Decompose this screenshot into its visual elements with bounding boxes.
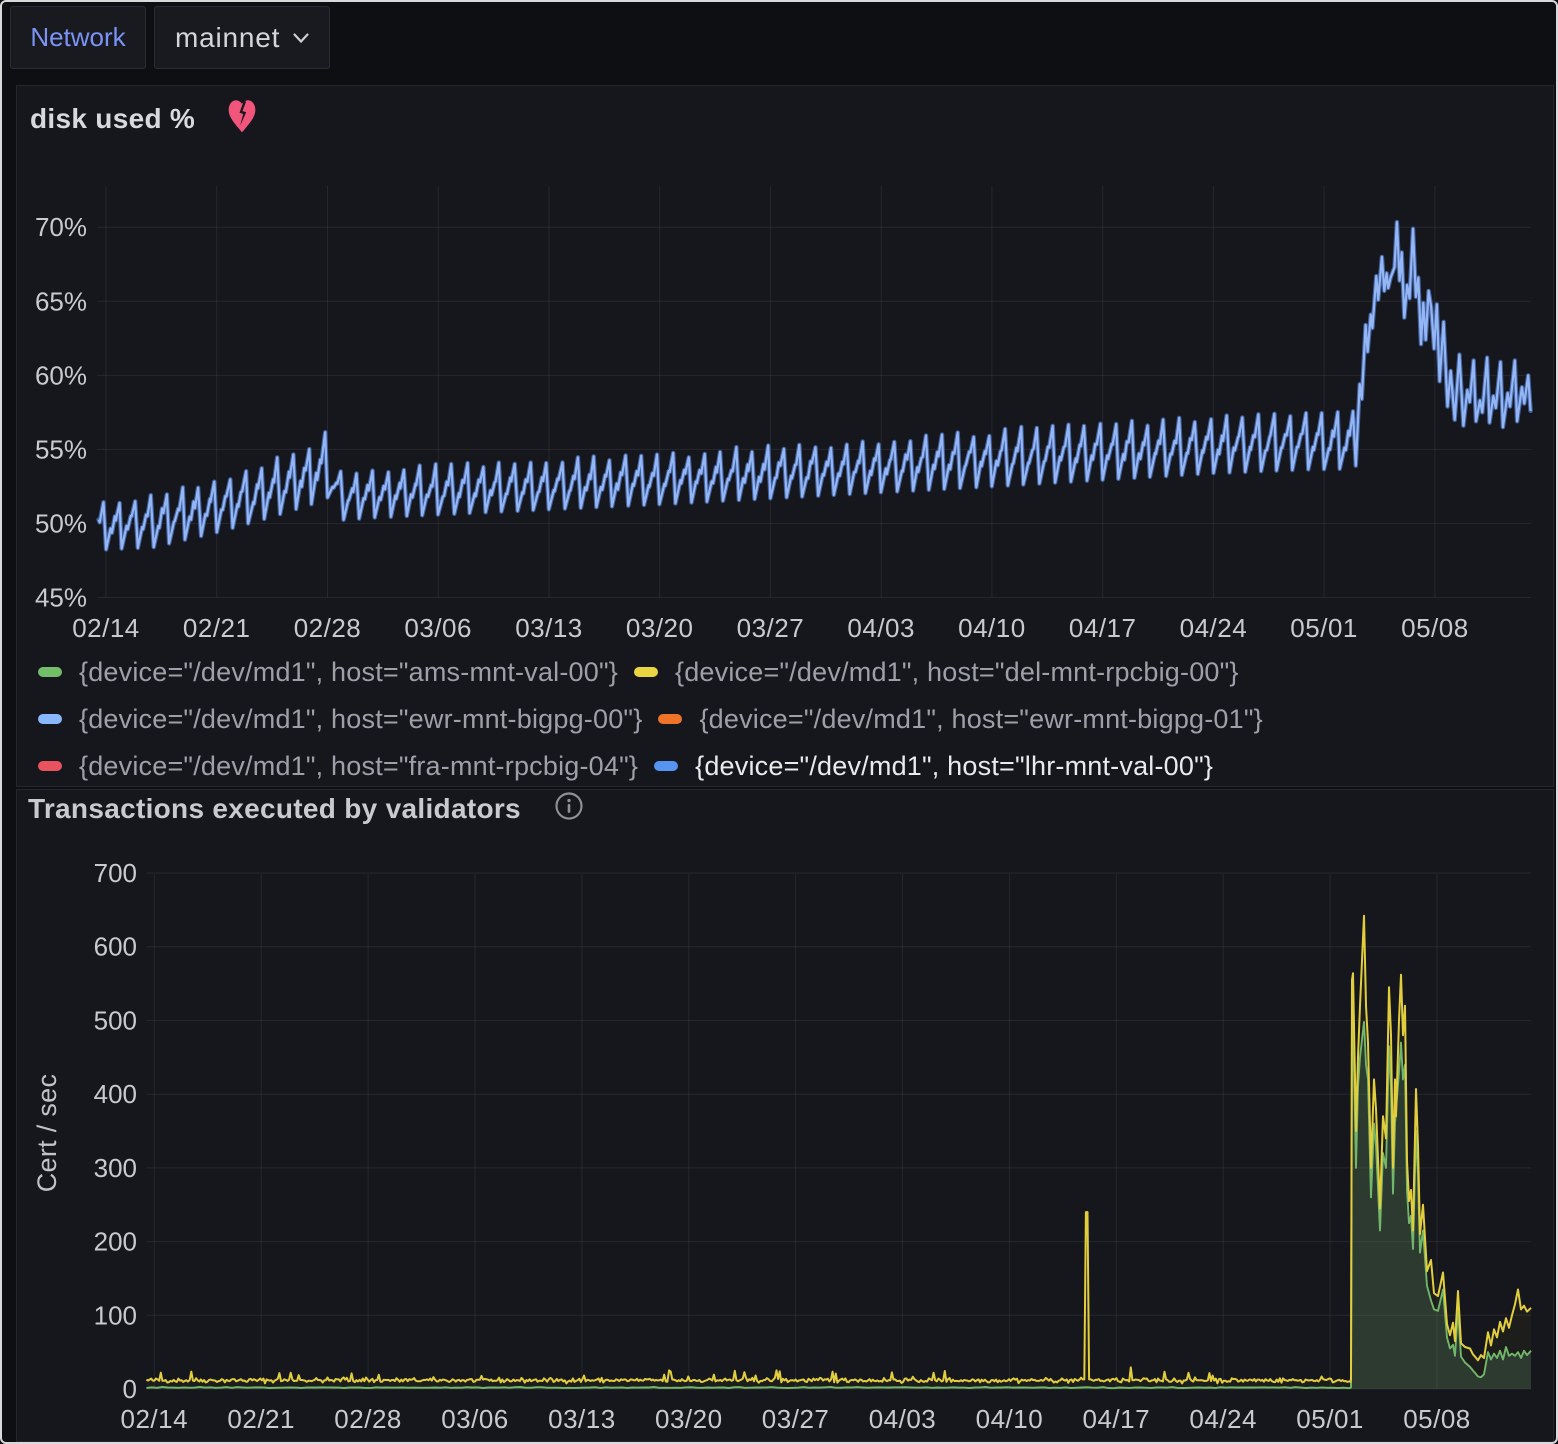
svg-text:400: 400 <box>94 1079 137 1109</box>
svg-text:04/10: 04/10 <box>976 1404 1044 1434</box>
svg-text:05/08: 05/08 <box>1403 1404 1471 1434</box>
svg-text:04/24: 04/24 <box>1189 1404 1257 1434</box>
svg-text:500: 500 <box>94 1006 137 1036</box>
svg-text:Cert / sec: Cert / sec <box>32 1074 62 1193</box>
svg-text:04/17: 04/17 <box>1083 1404 1151 1434</box>
svg-text:100: 100 <box>94 1300 137 1330</box>
svg-text:02/28: 02/28 <box>334 1404 402 1434</box>
svg-text:05/01: 05/01 <box>1296 1404 1364 1434</box>
svg-text:04/03: 04/03 <box>869 1404 937 1434</box>
svg-text:300: 300 <box>94 1153 137 1183</box>
svg-text:02/21: 02/21 <box>227 1404 295 1434</box>
svg-text:03/20: 03/20 <box>655 1404 723 1434</box>
svg-text:03/13: 03/13 <box>548 1404 616 1434</box>
svg-text:03/06: 03/06 <box>441 1404 509 1434</box>
svg-text:200: 200 <box>94 1227 137 1257</box>
svg-text:03/27: 03/27 <box>762 1404 830 1434</box>
svg-text:700: 700 <box>94 858 137 888</box>
svg-text:0: 0 <box>123 1374 137 1404</box>
svg-text:02/14: 02/14 <box>121 1404 189 1434</box>
svg-text:600: 600 <box>94 932 137 962</box>
